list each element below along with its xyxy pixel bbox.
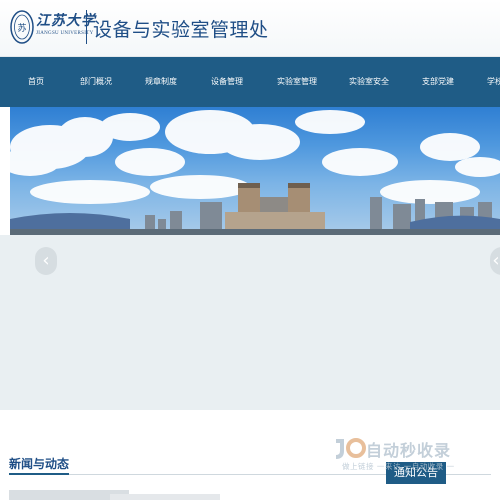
slider-prev-button[interactable]: ‹ [35, 247, 57, 275]
slider-area [0, 235, 500, 410]
watermark-main-text: 自动秒收录 [366, 441, 452, 460]
nav-item-lab-management[interactable]: 实验室管理 [277, 57, 317, 107]
watermark-logo-icon [335, 438, 366, 459]
nav-item-school[interactable]: 学校 [487, 57, 500, 107]
logo-en-text: JIANGSU UNIVERSITY [36, 31, 94, 36]
news-divider-accent [9, 473, 69, 475]
news-item-line[interactable] [110, 494, 220, 500]
watermark-sub-text: 做上链接 一来访 一自动收录 一 [342, 462, 455, 471]
watermark: 自动秒收录 做上链接 一来访 一自动收录 一 [330, 437, 490, 477]
hero-banner-image [10, 107, 500, 235]
site-header: 苏 江苏大学 JIANGSU UNIVERSITY 设备与实验室管理处 [0, 0, 500, 57]
news-section-title[interactable]: 新闻与动态 [9, 455, 69, 472]
nav-item-party[interactable]: 支部党建 [422, 57, 454, 107]
university-logo[interactable]: 江苏大学 JIANGSU UNIVERSITY [36, 10, 96, 36]
nav-item-equipment[interactable]: 设备管理 [211, 57, 243, 107]
svg-text:苏: 苏 [17, 22, 26, 34]
nav-item-about[interactable]: 部门概况 [80, 57, 112, 107]
chevron-right-icon: ‹ [492, 250, 500, 271]
university-seal-icon: 苏 [10, 10, 34, 44]
chevron-left-icon: ‹ [42, 250, 50, 271]
slider-next-button[interactable]: ‹ [490, 247, 500, 275]
nav-item-regulations[interactable]: 规章制度 [145, 57, 177, 107]
nav-item-home[interactable]: 首页 [28, 57, 44, 107]
logo-cn-text: 江苏大学 [36, 13, 96, 29]
logo-divider [86, 10, 87, 44]
department-title: 设备与实验室管理处 [93, 19, 269, 41]
main-nav: 首页 部门概况 规章制度 设备管理 实验室管理 实验室安全 支部党建 学校 [0, 57, 500, 107]
nav-item-lab-safety[interactable]: 实验室安全 [349, 57, 389, 107]
